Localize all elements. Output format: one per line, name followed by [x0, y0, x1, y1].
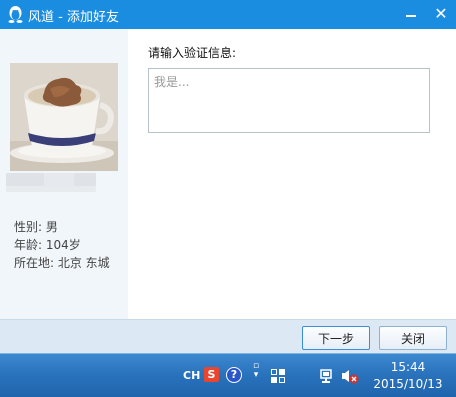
next-button[interactable]: 下一步: [302, 326, 370, 350]
penguin-icon: [8, 6, 23, 23]
profile-location: 所在地: 北京 东城: [14, 256, 110, 270]
name-redacted: [6, 186, 96, 192]
coffee-cup-image: [10, 63, 118, 171]
system-clock[interactable]: 15:44 2015/10/13: [366, 359, 450, 393]
language-indicator[interactable]: CH: [183, 369, 200, 382]
minimize-button[interactable]: [396, 0, 426, 29]
close-button[interactable]: 关闭: [379, 326, 447, 350]
add-friend-dialog: 风道 - 添加好友 ✕ 性别: 男 年龄: 104岁 所在地: 北京 东城 请输…: [0, 0, 456, 353]
profile-panel: 性别: 男 年龄: 104岁 所在地: 北京 东城: [0, 29, 128, 319]
name-redacted: [44, 173, 74, 186]
avatar: [10, 63, 118, 171]
help-icon[interactable]: ?: [226, 367, 242, 383]
verification-label: 请输入验证信息:: [148, 46, 237, 60]
volume-muted-icon[interactable]: [341, 368, 359, 384]
network-icon[interactable]: [318, 368, 334, 384]
clock-date: 2015/10/13: [373, 377, 443, 391]
grid-icon[interactable]: [270, 368, 286, 384]
clock-time: 15:44: [390, 360, 426, 374]
minimize-icon: [406, 14, 416, 17]
sogou-ime-icon[interactable]: S: [204, 367, 219, 382]
taskbar: CH S ? ▫ ▾ 15:44 2015/10/13: [0, 353, 456, 397]
title-bar[interactable]: 风道 - 添加好友 ✕: [0, 0, 456, 29]
close-window-button[interactable]: ✕: [426, 0, 456, 29]
profile-age: 年龄: 104岁: [14, 238, 81, 252]
verification-input[interactable]: [148, 68, 430, 133]
name-redacted: [74, 173, 96, 186]
window-title: 风道 - 添加好友: [28, 10, 119, 25]
tray-expand-icon[interactable]: ▫ ▾: [251, 362, 261, 380]
profile-gender: 性别: 男: [14, 220, 58, 234]
dialog-footer: 下一步 关闭: [0, 319, 456, 353]
name-redacted: [6, 173, 44, 186]
